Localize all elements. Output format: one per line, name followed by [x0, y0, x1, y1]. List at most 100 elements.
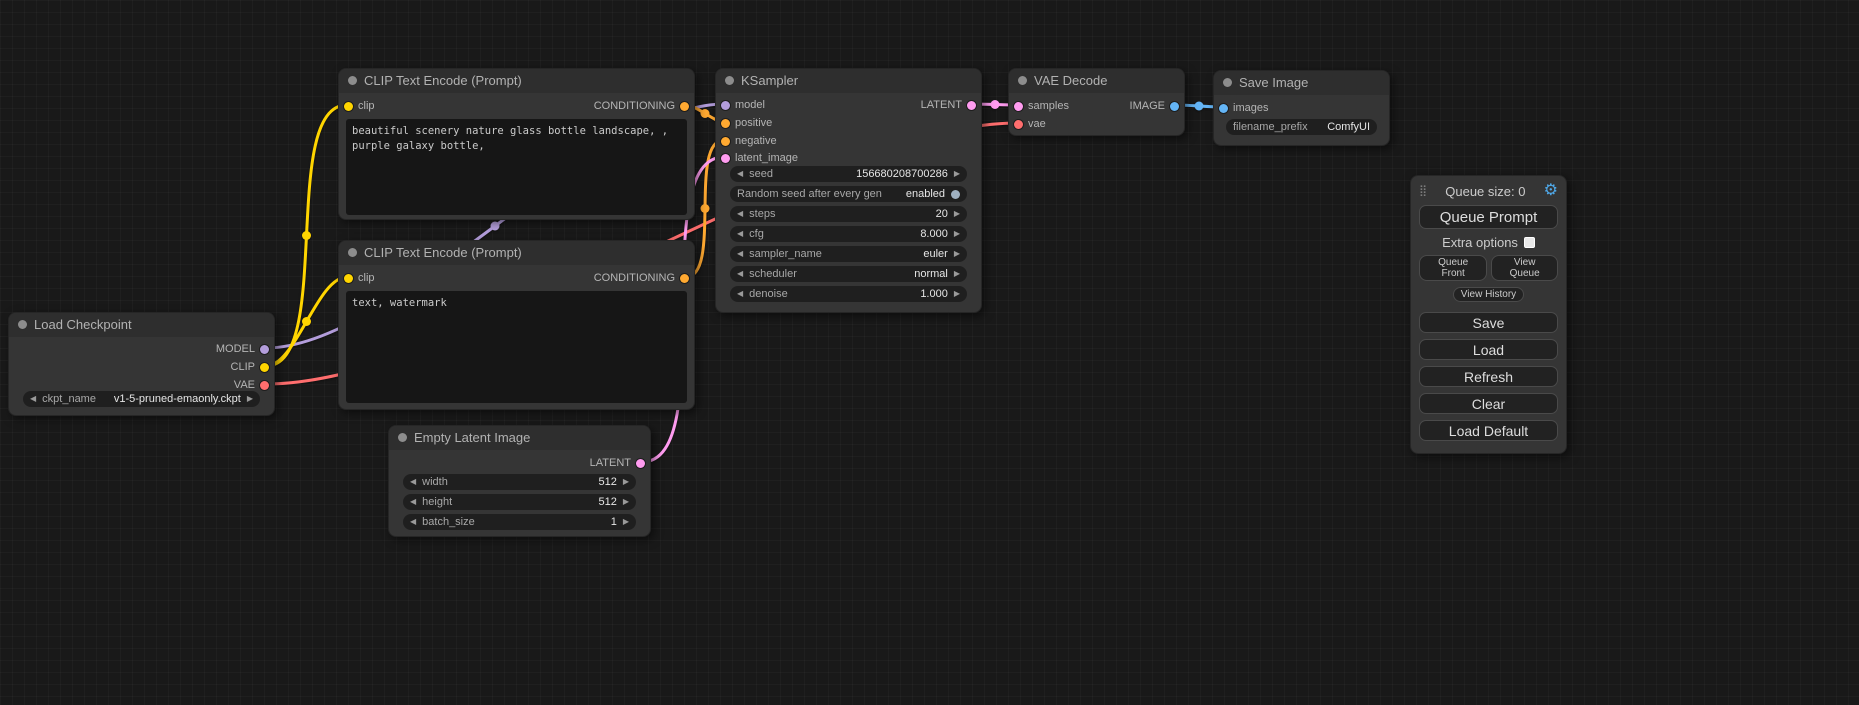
node-clip-text-encode-positive[interactable]: CLIP Text Encode (Prompt) clip CONDITION…: [338, 68, 695, 220]
port-dot-image[interactable]: [1170, 102, 1179, 111]
extra-options-checkbox[interactable]: [1524, 237, 1535, 248]
prev-arrow-icon[interactable]: ◀: [737, 250, 743, 258]
widget-seed[interactable]: ◀ seed 156680208700286 ▶: [730, 166, 967, 182]
queue-prompt-button[interactable]: Queue Prompt: [1419, 205, 1558, 229]
port-dot-image[interactable]: [1219, 104, 1228, 113]
decrement-arrow-icon[interactable]: ◀: [737, 230, 743, 238]
save-button[interactable]: Save: [1419, 312, 1558, 333]
load-button[interactable]: Load: [1419, 339, 1558, 360]
port-label: IMAGE: [1130, 100, 1165, 112]
clear-button[interactable]: Clear: [1419, 393, 1558, 414]
port-dot-clip[interactable]: [344, 102, 353, 111]
node-title-bar[interactable]: Load Checkpoint: [9, 313, 274, 337]
port-dot-latent[interactable]: [721, 154, 730, 163]
port-dot-conditioning[interactable]: [680, 102, 689, 111]
widget-denoise[interactable]: ◀ denoise 1.000 ▶: [730, 286, 967, 302]
widget-ckpt-name[interactable]: ◀ ckpt_name v1-5-pruned-emaonly.ckpt ▶: [23, 391, 260, 407]
port-label: model: [735, 99, 765, 111]
node-save-image[interactable]: Save Image images filename_prefix ComfyU…: [1213, 70, 1390, 146]
node-load-checkpoint[interactable]: Load Checkpoint MODEL CLIP VAE ◀ ckpt_na…: [8, 312, 275, 416]
refresh-button[interactable]: Refresh: [1419, 366, 1558, 387]
increment-arrow-icon[interactable]: ▶: [954, 230, 960, 238]
next-arrow-icon[interactable]: ▶: [247, 395, 253, 403]
port-dot-clip[interactable]: [344, 274, 353, 283]
port-label: MODEL: [216, 343, 255, 355]
node-ksampler[interactable]: KSampler model positive negative latent_…: [715, 68, 982, 313]
node-title: Load Checkpoint: [34, 317, 132, 332]
node-empty-latent-image[interactable]: Empty Latent Image LATENT ◀ width 512 ▶ …: [388, 425, 651, 537]
node-title: Empty Latent Image: [414, 430, 530, 445]
collapse-dot-icon[interactable]: [348, 76, 357, 85]
port-dot-latent[interactable]: [636, 459, 645, 468]
output-port-conditioning: CONDITIONING: [594, 271, 689, 285]
collapse-dot-icon[interactable]: [1223, 78, 1232, 87]
load-default-button[interactable]: Load Default: [1419, 420, 1558, 441]
queue-panel-header: ⣿ Queue size: 0 ⚙: [1419, 183, 1558, 199]
port-dot-conditioning[interactable]: [680, 274, 689, 283]
widget-scheduler[interactable]: ◀ scheduler normal ▶: [730, 266, 967, 282]
next-arrow-icon[interactable]: ▶: [954, 250, 960, 258]
widget-cfg[interactable]: ◀ cfg 8.000 ▶: [730, 226, 967, 242]
decrement-arrow-icon[interactable]: ◀: [410, 478, 416, 486]
collapse-dot-icon[interactable]: [348, 248, 357, 257]
port-dot-conditioning[interactable]: [721, 119, 730, 128]
widget-height[interactable]: ◀ height 512 ▶: [403, 494, 636, 510]
increment-arrow-icon[interactable]: ▶: [954, 210, 960, 218]
port-dot-model[interactable]: [721, 101, 730, 110]
port-dot-latent[interactable]: [967, 101, 976, 110]
increment-arrow-icon[interactable]: ▶: [623, 498, 629, 506]
port-dot-model[interactable]: [260, 345, 269, 354]
port-dot-clip[interactable]: [260, 363, 269, 372]
node-title: CLIP Text Encode (Prompt): [364, 73, 522, 88]
widget-steps[interactable]: ◀ steps 20 ▶: [730, 206, 967, 222]
toggle-dot-icon[interactable]: [951, 190, 960, 199]
port-dot-latent[interactable]: [1014, 102, 1023, 111]
prompt-textarea[interactable]: text, watermark: [346, 291, 687, 403]
node-clip-text-encode-negative[interactable]: CLIP Text Encode (Prompt) clip CONDITION…: [338, 240, 695, 410]
node-vae-decode[interactable]: VAE Decode samples vae IMAGE: [1008, 68, 1185, 136]
widget-width[interactable]: ◀ width 512 ▶: [403, 474, 636, 490]
prev-arrow-icon[interactable]: ◀: [30, 395, 36, 403]
node-title-bar[interactable]: CLIP Text Encode (Prompt): [339, 241, 694, 265]
increment-arrow-icon[interactable]: ▶: [954, 170, 960, 178]
node-title: Save Image: [1239, 75, 1308, 90]
queue-front-button[interactable]: Queue Front: [1419, 255, 1487, 281]
prev-arrow-icon[interactable]: ◀: [737, 270, 743, 278]
collapse-dot-icon[interactable]: [1018, 76, 1027, 85]
node-title-bar[interactable]: Empty Latent Image: [389, 426, 650, 450]
decrement-arrow-icon[interactable]: ◀: [410, 518, 416, 526]
increment-arrow-icon[interactable]: ▶: [623, 478, 629, 486]
decrement-arrow-icon[interactable]: ◀: [737, 170, 743, 178]
node-title-bar[interactable]: VAE Decode: [1009, 69, 1184, 93]
node-title-bar[interactable]: Save Image: [1214, 71, 1389, 95]
drag-handle-icon[interactable]: ⣿: [1419, 186, 1427, 197]
port-dot-vae[interactable]: [260, 381, 269, 390]
link-dot-conditioning-negative: [701, 204, 710, 213]
port-dot-conditioning[interactable]: [721, 137, 730, 146]
port-label: VAE: [234, 379, 255, 391]
decrement-arrow-icon[interactable]: ◀: [737, 290, 743, 298]
settings-gear-icon[interactable]: ⚙: [1544, 183, 1558, 199]
collapse-dot-icon[interactable]: [18, 320, 27, 329]
port-label: samples: [1028, 100, 1069, 112]
increment-arrow-icon[interactable]: ▶: [954, 290, 960, 298]
next-arrow-icon[interactable]: ▶: [954, 270, 960, 278]
view-queue-button[interactable]: View Queue: [1491, 255, 1558, 281]
collapse-dot-icon[interactable]: [725, 76, 734, 85]
collapse-dot-icon[interactable]: [398, 433, 407, 442]
widget-batch-size[interactable]: ◀ batch_size 1 ▶: [403, 514, 636, 530]
graph-canvas[interactable]: Load Checkpoint MODEL CLIP VAE ◀ ckpt_na…: [0, 0, 1859, 705]
widget-random-seed-toggle[interactable]: Random seed after every gen enabled: [730, 186, 967, 202]
increment-arrow-icon[interactable]: ▶: [623, 518, 629, 526]
node-title-bar[interactable]: KSampler: [716, 69, 981, 93]
input-port-vae: vae: [1014, 117, 1046, 131]
decrement-arrow-icon[interactable]: ◀: [410, 498, 416, 506]
node-title-bar[interactable]: CLIP Text Encode (Prompt): [339, 69, 694, 93]
widget-sampler-name[interactable]: ◀ sampler_name euler ▶: [730, 246, 967, 262]
port-dot-vae[interactable]: [1014, 120, 1023, 129]
decrement-arrow-icon[interactable]: ◀: [737, 210, 743, 218]
widget-filename-prefix[interactable]: filename_prefix ComfyUI: [1226, 119, 1377, 135]
view-history-button[interactable]: View History: [1453, 287, 1524, 302]
output-port-image: IMAGE: [1130, 99, 1179, 113]
prompt-textarea[interactable]: beautiful scenery nature glass bottle la…: [346, 119, 687, 215]
